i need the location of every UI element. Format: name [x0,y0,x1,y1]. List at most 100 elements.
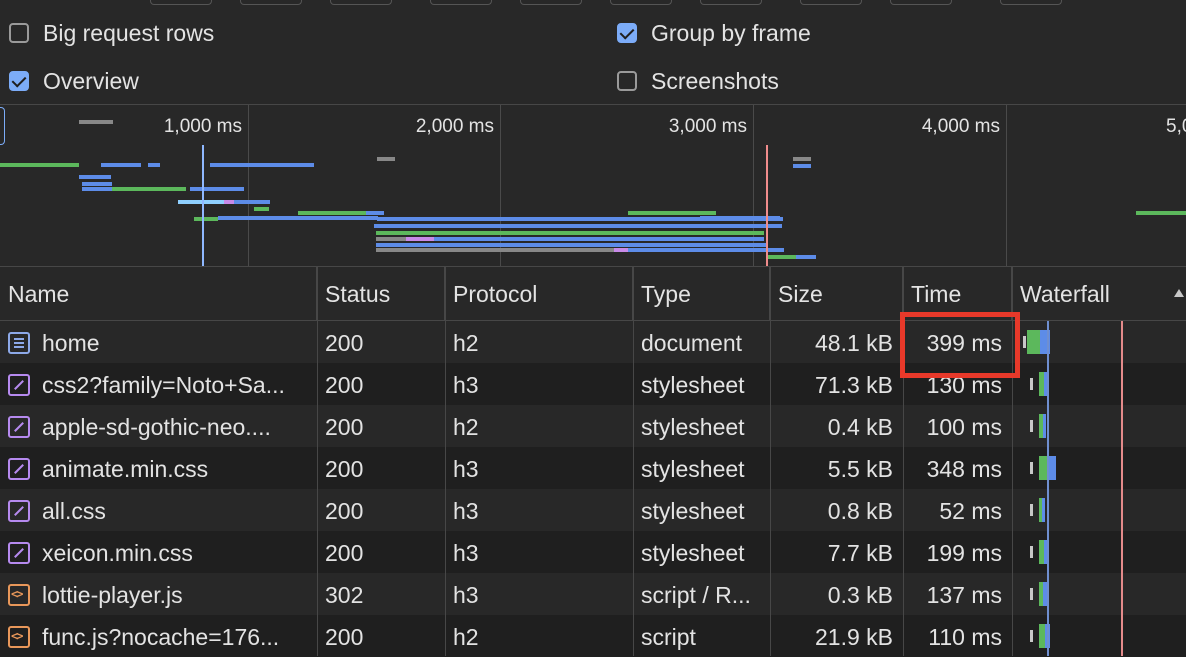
cell-protocol: h2 [453,624,479,650]
overview-checkbox[interactable] [9,71,29,91]
cell-status: 200 [325,330,364,356]
overview-request-bar [793,164,811,168]
column-divider [317,267,318,656]
network-overview-timeline[interactable]: 1,000 ms 2,000 ms 3,000 ms 4,000 ms 5,0 [0,105,1186,267]
cell-type: script / R... [641,582,751,608]
network-settings-panel: Big request rows Overview Group by frame… [0,8,1186,105]
cell-type: document [641,330,743,356]
overview-tick-label: 2,000 ms [415,116,494,137]
cell-time: 52 ms [939,498,1002,524]
table-row[interactable]: func.js?nocache=176... 200 h2 script 21.9 kB… [0,615,1186,657]
cell-type: stylesheet [641,372,745,398]
overview-gridline [500,105,501,266]
cell-type: script [641,624,696,650]
cell-name: all.css [42,498,106,524]
cell-time: 199 ms [926,540,1002,566]
cell-status: 200 [325,372,364,398]
waterfall-queue-marker [1030,588,1033,600]
column-size[interactable]: Size [770,267,903,320]
column-waterfall[interactable]: Waterfall [1012,267,1186,320]
overview-request-bar [0,163,79,167]
overview-tick-label: 5,0 [1166,116,1186,137]
cell-size: 0.8 kB [827,498,893,524]
waterfall-queue-marker [1030,504,1033,516]
cell-size: 7.7 kB [827,540,893,566]
overview-request-bar [793,157,811,161]
overview-tick-label: 1,000 ms [163,116,242,137]
overview-request-bar [1136,211,1186,215]
cell-time: 110 ms [928,624,1002,650]
column-name[interactable]: Name [0,267,317,320]
group-by-frame-checkbox[interactable] [617,23,637,43]
table-row[interactable]: xeicon.min.css 200 h3 stylesheet 7.7 kB 199 m… [0,531,1186,573]
overview-request-bar [614,248,628,252]
cell-type: stylesheet [641,540,745,566]
overview-request-bar [112,187,186,191]
overview-gridline [248,105,249,266]
column-protocol[interactable]: Protocol [445,267,633,320]
table-row[interactable]: apple-sd-gothic-neo.... 200 h2 stylesheet 0.… [0,405,1186,447]
waterfall-queue-marker [1030,630,1033,642]
cell-size: 21.9 kB [815,624,893,650]
overview-request-bar [406,237,434,241]
column-type[interactable]: Type [633,267,770,320]
cell-status: 200 [325,456,364,482]
cell-status: 302 [325,582,364,608]
cell-type: stylesheet [641,498,745,524]
overview-request-bar [768,255,796,259]
overview-request-bar [194,217,218,221]
waterfall-queue-marker [1030,420,1033,432]
screenshots-option[interactable]: Screenshots [617,64,779,98]
overview-request-bar [376,231,764,235]
cell-time: 348 ms [926,456,1002,482]
overview-request-bar [190,187,244,191]
cell-protocol: h3 [453,582,479,608]
sort-ascending-icon [1174,289,1184,297]
cell-status: 200 [325,624,364,650]
cell-protocol: h3 [453,540,479,566]
overview-range-handle[interactable] [0,107,5,145]
screenshots-checkbox[interactable] [617,71,637,91]
overview-tick-label: 4,000 ms [921,116,1000,137]
overview-gridline [753,105,754,266]
cell-status: 200 [325,414,364,440]
overview-request-bar [101,163,141,167]
overview-request-bar [628,211,716,215]
table-row[interactable]: all.css 200 h3 stylesheet 0.8 kB 52 ms [0,489,1186,531]
group-by-frame-option[interactable]: Group by frame [617,16,811,50]
cell-name: apple-sd-gothic-neo.... [42,414,271,440]
overview-request-bar [434,237,764,241]
cell-protocol: h3 [453,456,479,482]
dom-content-loaded-marker [202,145,204,266]
cell-size: 0.4 kB [827,414,893,440]
overview-request-bar [628,248,784,252]
table-row[interactable]: lottie-player.js 302 h3 script / R... 0.3 kB… [0,573,1186,615]
cell-size: 0.3 kB [827,582,893,608]
overview-request-bar [796,255,816,259]
column-divider [445,267,446,656]
big-request-rows-option[interactable]: Big request rows [9,16,214,50]
column-divider [633,267,634,656]
overview-request-bar [218,216,378,220]
overview-request-bar [82,182,112,186]
column-status[interactable]: Status [317,267,445,320]
overview-option[interactable]: Overview [9,64,139,98]
overview-request-bar [298,211,368,215]
cell-status: 200 [325,498,364,524]
overview-request-bar [700,216,780,220]
overview-request-bar [79,175,111,179]
overview-request-bar [376,237,406,241]
overview-request-bar [210,163,314,167]
cell-type: stylesheet [641,414,745,440]
cell-type: stylesheet [641,456,745,482]
waterfall-queue-marker [1030,546,1033,558]
big-request-rows-checkbox[interactable] [9,23,29,43]
overview-request-bar [148,163,160,167]
column-waterfall-label: Waterfall [1020,281,1110,307]
waterfall-download-bar [1043,414,1046,438]
waterfall-download-bar [1042,498,1045,522]
overview-request-bar [366,211,384,215]
overview-label: Overview [43,67,139,94]
table-row[interactable]: animate.min.css 200 h3 stylesheet 5.5 kB 348 … [0,447,1186,489]
cell-name: func.js?nocache=176... [42,624,280,650]
